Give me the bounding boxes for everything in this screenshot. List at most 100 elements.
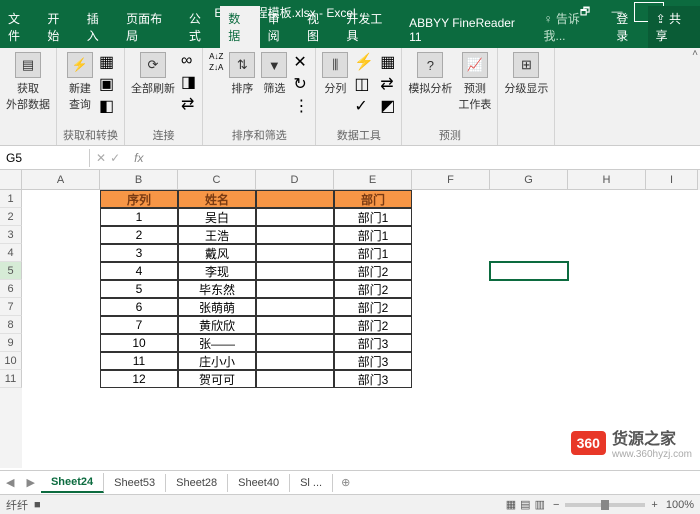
cell-C6[interactable]: 毕东然: [178, 280, 256, 298]
row-header[interactable]: 9: [0, 334, 22, 352]
cell-E8[interactable]: 部门2: [334, 316, 412, 334]
sort-button[interactable]: ⇅排序: [229, 52, 255, 96]
row-header[interactable]: 1: [0, 190, 22, 208]
cell-B7[interactable]: 6: [100, 298, 178, 316]
sheet-tab-3[interactable]: Sheet28: [166, 474, 228, 492]
cell-E6[interactable]: 部门2: [334, 280, 412, 298]
cell-C7[interactable]: 张萌萌: [178, 298, 256, 316]
row-header[interactable]: 10: [0, 352, 22, 370]
cell-E7[interactable]: 部门2: [334, 298, 412, 316]
zoom-out-icon[interactable]: −: [553, 499, 559, 511]
text-to-columns-button[interactable]: ⫼分列: [322, 52, 348, 96]
advanced-filter-icon[interactable]: ⋮: [293, 96, 309, 116]
row-header[interactable]: 5: [0, 262, 22, 280]
cell-D10[interactable]: [256, 352, 334, 370]
recent-sources-icon[interactable]: ◧: [99, 96, 114, 116]
col-header-G[interactable]: G: [490, 170, 568, 190]
clear-filter-icon[interactable]: ✕: [293, 52, 309, 72]
add-sheet-button[interactable]: ⊕: [333, 473, 358, 492]
sheet-tab-5[interactable]: Sl ...: [290, 474, 333, 492]
macro-record-icon[interactable]: ■: [34, 499, 41, 511]
tab-layout[interactable]: 页面布局: [118, 6, 181, 48]
cell-D2[interactable]: [256, 208, 334, 226]
cell-D5[interactable]: [256, 262, 334, 280]
new-query-button[interactable]: ⚡新建 查询: [67, 52, 93, 112]
col-header-E[interactable]: E: [334, 170, 412, 190]
cell-B6[interactable]: 5: [100, 280, 178, 298]
row-header[interactable]: 7: [0, 298, 22, 316]
sheet-tab-1[interactable]: Sheet24: [41, 473, 104, 493]
get-external-data-button[interactable]: ▤获取 外部数据: [6, 52, 50, 112]
select-all-corner[interactable]: [0, 170, 22, 190]
signin-button[interactable]: 登录: [608, 6, 647, 48]
cell-C4[interactable]: 戴风: [178, 244, 256, 262]
connections-icon[interactable]: ∞: [181, 52, 196, 70]
cell-E9[interactable]: 部门3: [334, 334, 412, 352]
formula-bar[interactable]: [151, 156, 700, 160]
flash-fill-icon[interactable]: ⚡: [354, 52, 374, 72]
cell-D6[interactable]: [256, 280, 334, 298]
cell-E11[interactable]: 部门3: [334, 370, 412, 388]
share-button[interactable]: ⇪ 共享: [648, 6, 700, 48]
cell-B2[interactable]: 1: [100, 208, 178, 226]
filter-button[interactable]: ▼筛选: [261, 52, 287, 96]
cell-E1[interactable]: 部门: [334, 190, 412, 208]
sheet-nav-next[interactable]: ▶: [20, 476, 40, 489]
zoom-in-icon[interactable]: +: [651, 499, 657, 511]
tab-data[interactable]: 数据: [220, 6, 259, 48]
row-header[interactable]: 3: [0, 226, 22, 244]
edit-links-icon[interactable]: ⇄: [181, 94, 196, 114]
cell-C1[interactable]: 姓名: [178, 190, 256, 208]
col-header-C[interactable]: C: [178, 170, 256, 190]
cell-D3[interactable]: [256, 226, 334, 244]
properties-icon[interactable]: ◨: [181, 72, 196, 92]
row-header[interactable]: 4: [0, 244, 22, 262]
cell-C5[interactable]: 李现: [178, 262, 256, 280]
cell-D11[interactable]: [256, 370, 334, 388]
remove-dup-icon[interactable]: ◫: [354, 74, 374, 94]
tab-formula[interactable]: 公式: [181, 6, 220, 48]
tab-abbyy[interactable]: ABBYY FineReader 11: [401, 12, 535, 48]
sort-az-icon[interactable]: A↓Z: [209, 52, 223, 61]
enter-formula-icon[interactable]: ✓: [110, 151, 120, 165]
col-header-I[interactable]: I: [646, 170, 698, 190]
refresh-all-button[interactable]: ⟳全部刷新: [131, 52, 175, 96]
cell-B3[interactable]: 2: [100, 226, 178, 244]
cell-C9[interactable]: 张——: [178, 334, 256, 352]
cell-E2[interactable]: 部门1: [334, 208, 412, 226]
cell-C11[interactable]: 贺可可: [178, 370, 256, 388]
cell-B5[interactable]: 4: [100, 262, 178, 280]
reapply-icon[interactable]: ↻: [293, 74, 309, 94]
data-model-icon[interactable]: ◩: [380, 96, 395, 116]
consolidate-icon[interactable]: ▦: [380, 52, 395, 72]
cell-E3[interactable]: 部门1: [334, 226, 412, 244]
cell-E10[interactable]: 部门3: [334, 352, 412, 370]
validation-icon[interactable]: ✓: [354, 96, 374, 116]
cell-D9[interactable]: [256, 334, 334, 352]
cell-D7[interactable]: [256, 298, 334, 316]
cell-C10[interactable]: 庄小小: [178, 352, 256, 370]
zoom-slider[interactable]: [565, 503, 645, 507]
collapse-ribbon-icon[interactable]: ˄: [692, 48, 698, 59]
row-header[interactable]: 2: [0, 208, 22, 226]
outline-button[interactable]: ⊞分级显示: [504, 52, 548, 96]
tab-review[interactable]: 审阅: [260, 6, 299, 48]
cell-B4[interactable]: 3: [100, 244, 178, 262]
name-box[interactable]: G5: [0, 149, 90, 167]
fx-icon[interactable]: fx: [126, 149, 151, 167]
tab-file[interactable]: 文件: [0, 6, 39, 48]
cell-D4[interactable]: [256, 244, 334, 262]
cell-B9[interactable]: 10: [100, 334, 178, 352]
tab-home[interactable]: 开始: [39, 6, 78, 48]
cell-B10[interactable]: 11: [100, 352, 178, 370]
selected-cell[interactable]: [490, 262, 568, 280]
from-table-icon[interactable]: ▣: [99, 74, 114, 94]
sheet-tab-4[interactable]: Sheet40: [228, 474, 290, 492]
cell-E4[interactable]: 部门1: [334, 244, 412, 262]
sheet-nav-prev[interactable]: ◀: [0, 476, 20, 489]
tab-insert[interactable]: 插入: [79, 6, 118, 48]
forecast-button[interactable]: 📈预测 工作表: [458, 52, 491, 112]
cell-C2[interactable]: 吴白: [178, 208, 256, 226]
sort-za-icon[interactable]: Z↓A: [209, 63, 223, 72]
col-header-A[interactable]: A: [22, 170, 100, 190]
